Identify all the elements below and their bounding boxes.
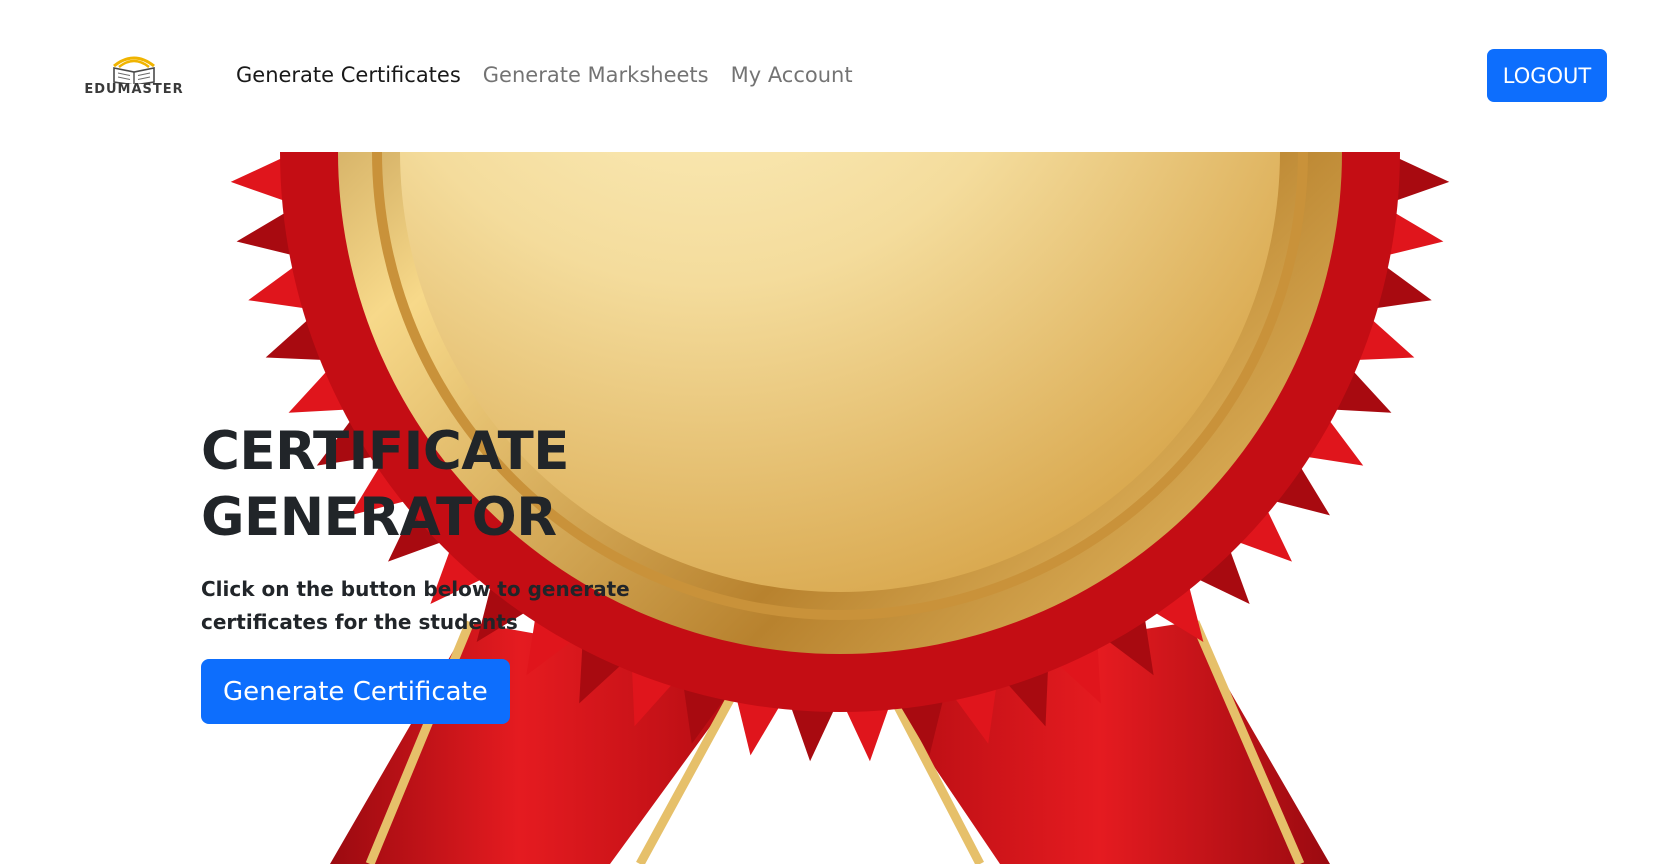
nav-generate-marksheets[interactable]: Generate Marksheets [472,60,720,90]
nav-my-account[interactable]: My Account [720,60,864,90]
brand-name: EDUMASTER [84,82,184,97]
brand-logo[interactable]: EDUMASTER [64,52,204,98]
title-line-1: CERTIFICATE [201,421,569,482]
book-wifi-logo-icon [113,56,155,84]
page-title: CERTIFICATE GENERATOR [201,419,569,551]
nav-links: Generate Certificates Generate Marksheet… [236,60,864,90]
hero-section: CERTIFICATE GENERATOR Click on the butto… [0,152,1668,864]
nav-generate-certificates[interactable]: Generate Certificates [236,60,472,90]
navbar: EDUMASTER Generate Certificates Generate… [0,0,1668,152]
generate-certificate-button[interactable]: Generate Certificate [201,659,510,724]
title-line-2: GENERATOR [201,487,557,548]
hero-content: CERTIFICATE GENERATOR Click on the butto… [201,419,661,724]
hero-subtitle: Click on the button below to generate ce… [201,577,630,634]
logout-button[interactable]: LOGOUT [1487,49,1607,102]
